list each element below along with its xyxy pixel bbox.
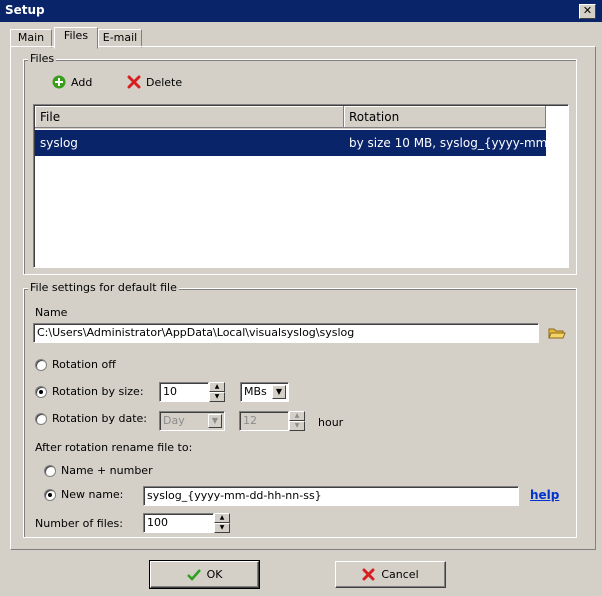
rename-label: After rotation rename file to:: [35, 441, 193, 454]
rotation-size-radio[interactable]: [35, 386, 47, 398]
new-name-input[interactable]: syslog_{yyyy-mm-dd-hh-nn-ss}: [143, 486, 519, 506]
folder-icon[interactable]: [548, 326, 566, 340]
rotation-date-unit-select[interactable]: Day ▼: [159, 411, 225, 431]
rotation-date-radio[interactable]: [35, 413, 47, 425]
file-settings-legend: File settings for default file: [28, 281, 179, 294]
rotation-date-unit-value: Day: [163, 414, 185, 427]
rotation-size-unit-value: MBs: [244, 385, 267, 398]
chevron-down-icon: ▼: [272, 385, 286, 399]
hour-label: hour: [318, 416, 344, 429]
files-table-header: File Rotation: [35, 106, 546, 129]
spin-down-icon[interactable]: ▼: [214, 523, 230, 533]
title-bar: Setup ✕: [0, 0, 602, 22]
add-icon: [52, 75, 66, 89]
delete-button-label: Delete: [146, 75, 183, 89]
spin-up-icon[interactable]: ▲: [214, 513, 230, 523]
rotation-off-radio[interactable]: [35, 359, 47, 371]
add-button[interactable]: Add: [52, 75, 92, 89]
window-title: Setup: [5, 3, 45, 17]
cell-file: syslog: [40, 136, 78, 150]
column-header-file[interactable]: File: [35, 106, 344, 128]
rotation-date-spinner[interactable]: ▲ ▼: [289, 411, 305, 431]
file-name-input[interactable]: C:\Users\Administrator\AppData\Local\vis…: [33, 323, 539, 343]
chevron-down-icon: ▼: [208, 414, 222, 428]
cancel-icon: [362, 568, 375, 581]
new-name-radio[interactable]: [44, 489, 56, 501]
name-label: Name: [35, 306, 68, 319]
rotation-size-unit-select[interactable]: MBs ▼: [240, 382, 289, 402]
rotation-size-input[interactable]: 10: [159, 382, 209, 402]
spin-up-icon[interactable]: ▲: [289, 411, 305, 421]
cancel-button[interactable]: Cancel: [335, 561, 446, 588]
rotation-size-spinner[interactable]: ▲ ▼: [209, 382, 225, 402]
files-table[interactable]: File Rotation syslog by size 10 MB, sysl…: [33, 104, 569, 268]
rotation-off-label: Rotation off: [52, 358, 116, 371]
name-number-radio[interactable]: [44, 465, 56, 477]
rotation-date-label: Rotation by date:: [52, 412, 147, 425]
checkmark-icon: [186, 568, 201, 581]
delete-button[interactable]: Delete: [127, 75, 182, 89]
name-number-label: Name + number: [61, 464, 153, 477]
spin-down-icon[interactable]: ▼: [289, 421, 305, 431]
number-files-input[interactable]: 100: [143, 513, 214, 533]
radio-selected-dot: [39, 390, 43, 394]
ok-button[interactable]: OK: [149, 560, 260, 589]
help-link[interactable]: help: [530, 488, 559, 502]
table-row[interactable]: syslog by size 10 MB, syslog_{yyyy-mm-dd…: [35, 130, 546, 156]
add-button-label: Add: [71, 75, 93, 89]
delete-icon: [127, 75, 141, 89]
column-header-rotation[interactable]: Rotation: [344, 106, 546, 128]
cancel-button-label: Cancel: [381, 568, 419, 581]
rotation-date-hour-input[interactable]: 12: [239, 411, 289, 431]
rotation-size-label: Rotation by size:: [52, 385, 144, 398]
number-files-label: Number of files:: [35, 517, 123, 530]
spin-down-icon[interactable]: ▼: [209, 392, 225, 402]
cell-rotation: by size 10 MB, syslog_{yyyy-mm-dd-hh-nn-…: [349, 136, 546, 150]
spin-up-icon[interactable]: ▲: [209, 382, 225, 392]
new-name-label: New name:: [61, 488, 124, 501]
files-group-legend: Files: [28, 52, 57, 65]
radio-selected-dot: [48, 493, 52, 497]
close-icon: ✕: [582, 4, 593, 17]
number-files-spinner[interactable]: ▲ ▼: [214, 513, 230, 533]
close-button[interactable]: ✕: [579, 4, 596, 19]
ok-button-label: OK: [206, 568, 223, 581]
tab-files[interactable]: Files: [54, 27, 98, 49]
